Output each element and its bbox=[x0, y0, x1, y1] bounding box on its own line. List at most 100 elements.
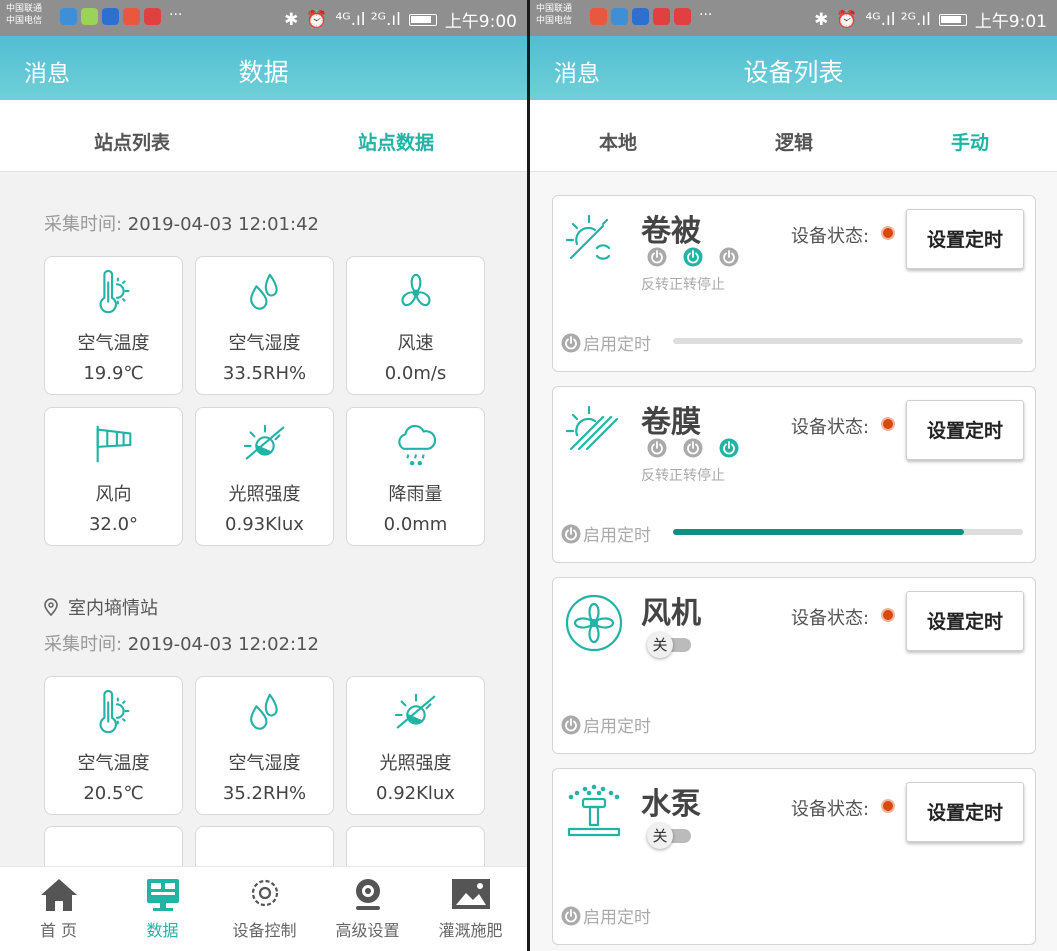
app-notification-icon bbox=[60, 8, 77, 25]
sensor-label: 空气温度 bbox=[77, 333, 150, 354]
sensor-tile[interactable]: 光照强度 0.93Klux bbox=[195, 407, 334, 546]
set-timer-button[interactable]: 设置定时 bbox=[906, 400, 1024, 460]
sensor-label: 光照强度 bbox=[228, 484, 301, 505]
fan-icon bbox=[391, 269, 441, 317]
battery-icon bbox=[408, 13, 437, 26]
device-name: 卷膜 bbox=[641, 405, 701, 440]
thermometer-sun-icon bbox=[89, 689, 139, 737]
timer-power-icon bbox=[561, 524, 581, 544]
device-status-label: 设备状态: bbox=[791, 608, 870, 629]
timer-progress bbox=[673, 529, 1023, 535]
set-timer-button[interactable]: 设置定时 bbox=[906, 782, 1024, 842]
power-switch[interactable]: 关 bbox=[647, 823, 693, 849]
sensor-tile[interactable]: 空气湿度 35.2RH% bbox=[195, 676, 334, 815]
status-time: 上午9:00 bbox=[444, 12, 517, 32]
app-notification-icon bbox=[590, 8, 607, 25]
set-timer-button[interactable]: 设置定时 bbox=[906, 591, 1024, 651]
sensor-tile[interactable]: 空气温度 20.5℃ bbox=[44, 676, 183, 815]
light-sensor-icon bbox=[240, 420, 290, 468]
sensor-tile[interactable]: 降雨量 0.0mm bbox=[346, 407, 485, 546]
tab-bar: 本地 逻辑 手动 bbox=[530, 100, 1057, 172]
timer-progress-fill bbox=[673, 529, 964, 535]
timer-label: 启用定时 bbox=[583, 908, 651, 928]
collect-time-value: 2019-04-03 12:01:42 bbox=[127, 214, 319, 235]
app-notification-icon bbox=[102, 8, 119, 25]
roller-blind-icon bbox=[563, 210, 625, 272]
nav-label: 数据 bbox=[146, 921, 179, 940]
collect-time-value: 2019-04-03 12:02:12 bbox=[127, 634, 319, 655]
nav-advanced-settings[interactable]: 高级设置 bbox=[315, 867, 420, 951]
light-sensor-icon bbox=[391, 689, 441, 737]
sensor-tile[interactable]: 空气湿度 33.5RH% bbox=[195, 256, 334, 395]
app-notification-icon bbox=[632, 8, 649, 25]
timer-progress bbox=[673, 338, 1023, 344]
tab-local[interactable]: 本地 bbox=[530, 100, 706, 172]
switch-knob: 关 bbox=[647, 632, 673, 658]
device-card: 风机 设备状态: 设置定时 关 启用定时 bbox=[552, 577, 1036, 754]
home-icon bbox=[40, 879, 77, 911]
sensor-tile[interactable]: 空气温度 19.9℃ bbox=[44, 256, 183, 395]
nav-label: 首 页 bbox=[39, 921, 78, 940]
stop-power-icon[interactable] bbox=[719, 247, 739, 267]
collect-time-label: 采集时间: bbox=[44, 214, 128, 235]
device-name: 风机 bbox=[641, 596, 701, 631]
sensor-value: 0.92Klux bbox=[376, 783, 455, 804]
signal-icon: ⁴ᴳ.ıl ²ᴳ.ıl bbox=[335, 9, 401, 30]
reverse-power-icon[interactable] bbox=[647, 247, 667, 267]
signal-icon: ⁴ᴳ.ıl ²ᴳ.ıl bbox=[865, 9, 931, 30]
carrier-2: 中国电信 bbox=[6, 16, 43, 26]
enable-timer[interactable]: 启用定时 bbox=[561, 712, 651, 737]
sensor-value: 33.5RH% bbox=[222, 363, 307, 384]
tab-logic[interactable]: 逻辑 bbox=[706, 100, 882, 172]
droplets-icon bbox=[240, 689, 290, 737]
reverse-power-icon[interactable] bbox=[647, 438, 667, 458]
sensor-label: 风向 bbox=[95, 484, 132, 505]
news-app-icon bbox=[653, 8, 670, 25]
enable-timer[interactable]: 启用定时 bbox=[561, 521, 651, 546]
webcam-icon bbox=[355, 879, 380, 910]
station-name-text: 室内墒情站 bbox=[68, 598, 158, 619]
nav-data[interactable]: 数据 bbox=[110, 867, 215, 951]
tab-station-data[interactable]: 站点数据 bbox=[264, 100, 527, 172]
device-card: 水泵 设备状态: 设置定时 关 启用定时 bbox=[552, 768, 1036, 945]
set-timer-button[interactable]: 设置定时 bbox=[906, 209, 1024, 269]
device-list-screen: 中国联通 中国电信 ··· ✱ ⏰ ⁴ᴳ.ıl ²ᴳ.ıl 上午9:01 消息 … bbox=[530, 0, 1057, 951]
status-led-icon bbox=[883, 610, 893, 620]
bluetooth-icon: ✱ bbox=[814, 9, 829, 30]
enable-timer[interactable]: 启用定时 bbox=[561, 903, 651, 928]
device-card: 卷被 设备状态: 设置定时 反转正转停止 启用定时 bbox=[552, 195, 1036, 372]
tab-station-list[interactable]: 站点列表 bbox=[0, 100, 264, 172]
monitor-icon bbox=[146, 879, 179, 911]
nav-label: 灌溉施肥 bbox=[438, 921, 503, 940]
droplets-icon bbox=[240, 269, 290, 317]
tab-manual[interactable]: 手动 bbox=[882, 100, 1057, 172]
sensor-label: 风速 bbox=[397, 333, 434, 354]
notification-icons: ··· bbox=[590, 8, 712, 25]
forward-power-icon[interactable] bbox=[683, 438, 703, 458]
power-switch[interactable]: 关 bbox=[647, 632, 693, 658]
device-name: 水泵 bbox=[641, 787, 701, 822]
enable-timer[interactable]: 启用定时 bbox=[561, 330, 651, 355]
forward-power-icon[interactable] bbox=[683, 247, 703, 267]
app-notification-icon bbox=[611, 8, 628, 25]
status-led-icon bbox=[883, 419, 893, 429]
sensor-tile[interactable]: 风向 32.0° bbox=[44, 407, 183, 546]
timer-power-icon bbox=[561, 906, 581, 926]
sensor-label: 降雨量 bbox=[388, 484, 443, 505]
nav-home[interactable]: 首 页 bbox=[6, 867, 111, 951]
nav-irrigation[interactable]: 灌溉施肥 bbox=[418, 867, 523, 951]
timer-label: 启用定时 bbox=[583, 717, 651, 737]
battery-icon bbox=[938, 13, 967, 26]
status-time: 上午9:01 bbox=[974, 12, 1047, 32]
sensor-tile[interactable]: 光照强度 0.92Klux bbox=[346, 676, 485, 815]
page-title: 设备列表 bbox=[743, 58, 844, 87]
nav-device-control[interactable]: 设备控制 bbox=[212, 867, 317, 951]
device-name: 卷被 bbox=[641, 214, 701, 249]
sensor-label: 空气湿度 bbox=[228, 753, 301, 774]
sensor-value: 20.5℃ bbox=[83, 783, 144, 804]
stop-power-icon[interactable] bbox=[719, 438, 739, 458]
status-bar: 中国联通 中国电信 ··· ✱ ⏰ ⁴ᴳ.ıl ²ᴳ.ıl 上午9:00 bbox=[0, 0, 527, 36]
data-screen: 中国联通 中国电信 ··· ✱ ⏰ ⁴ᴳ.ıl ²ᴳ.ıl 上午9:00 消息 … bbox=[0, 0, 527, 951]
sensor-tile[interactable]: 风速 0.0m/s bbox=[346, 256, 485, 395]
app-bar: 消息 设备列表 bbox=[530, 36, 1057, 100]
